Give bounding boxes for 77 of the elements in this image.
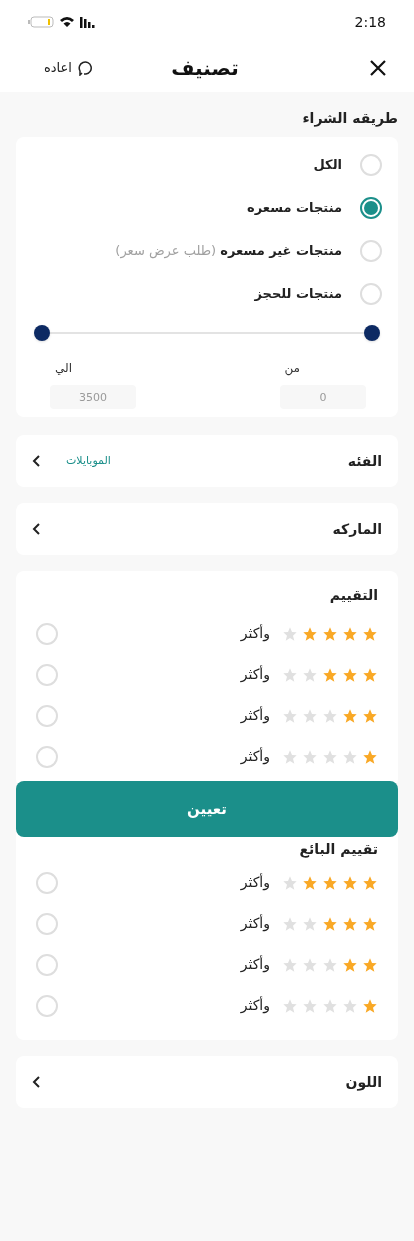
option-label: منتجات غير مسعره (طلب عرض سعر): [115, 241, 342, 261]
page-title: تصنيف: [171, 55, 239, 82]
star-icon: [362, 915, 378, 932]
option-label: منتجات مسعره: [247, 198, 342, 217]
star-icon: [342, 874, 358, 891]
star-icon: [322, 915, 338, 932]
star-icon: [302, 666, 318, 683]
star-icon: [362, 707, 378, 724]
star-icon: [322, 874, 338, 891]
min-price-field[interactable]: 0: [280, 385, 366, 409]
star-icon: [362, 997, 378, 1014]
star-icon: [362, 874, 378, 891]
rating-label: وأكثر: [240, 746, 270, 767]
apply-button[interactable]: تعيين: [16, 781, 398, 837]
star-icon: [282, 874, 298, 891]
star-icon: [342, 625, 358, 642]
option-label: منتجات للحجز: [254, 284, 342, 303]
slider-thumb[interactable]: [34, 325, 50, 341]
rating-label: وأكثر: [240, 995, 270, 1016]
star-icon: [282, 625, 298, 642]
status-time: 2:18: [354, 12, 386, 32]
wifi-icon: [60, 16, 74, 28]
rating-label: وأكثر: [240, 913, 270, 934]
star-icon: [322, 956, 338, 973]
star-icon: [342, 748, 358, 765]
radio-button[interactable]: [360, 196, 382, 219]
star-icon: [302, 997, 318, 1014]
signal-icon: [80, 16, 96, 28]
reset-button[interactable]: اعاده: [44, 58, 94, 78]
rating-label: وأكثر: [240, 664, 270, 685]
section-title: التقييم: [328, 586, 378, 605]
slider-thumb[interactable]: [364, 325, 380, 341]
max-price-field[interactable]: 3500: [50, 385, 136, 409]
star-icon: [282, 748, 298, 765]
rating-label: وأكثر: [240, 872, 270, 893]
star-icon: [362, 956, 378, 973]
star-icon: [342, 666, 358, 683]
star-icon: [302, 748, 318, 765]
battery-icon: [28, 16, 54, 28]
rating-label: وأكثر: [240, 705, 270, 726]
star-icon: [322, 707, 338, 724]
section-title: تقييم البائع: [298, 840, 378, 860]
star-icon: [282, 666, 298, 683]
rating-label: وأكثر: [240, 623, 270, 644]
star-icon: [282, 997, 298, 1014]
chevron-left-icon: [32, 1075, 42, 1089]
star-icon: [342, 956, 358, 973]
star-icon: [342, 707, 358, 724]
star-icon: [322, 997, 338, 1014]
star-icon: [322, 748, 338, 765]
star-icon: [282, 915, 298, 932]
star-icon: [302, 874, 318, 891]
filter-row[interactable]: الفئه الموبايلات: [16, 435, 398, 487]
star-icon: [322, 666, 338, 683]
section-title: طريقه الشراء: [301, 109, 398, 129]
chevron-left-icon: [32, 522, 42, 536]
star-icon: [302, 707, 318, 724]
star-icon: [342, 915, 358, 932]
rating-label: وأكثر: [240, 954, 270, 975]
star-icon: [302, 625, 318, 642]
star-icon: [362, 666, 378, 683]
close-icon: [369, 59, 387, 77]
option-label: الكل: [313, 155, 342, 174]
star-icon: [282, 707, 298, 724]
star-icon: [342, 997, 358, 1014]
filter-row[interactable]: اللون: [16, 1056, 398, 1108]
field-label: من: [284, 360, 301, 377]
star-icon: [362, 748, 378, 765]
filter-row[interactable]: الماركه: [16, 503, 398, 555]
reset-icon: [77, 60, 94, 76]
field-label: الي: [55, 360, 73, 377]
star-icon: [362, 625, 378, 642]
star-icon: [302, 915, 318, 932]
star-icon: [302, 956, 318, 973]
star-icon: [282, 956, 298, 973]
chevron-left-icon: [32, 454, 42, 468]
star-icon: [322, 625, 338, 642]
